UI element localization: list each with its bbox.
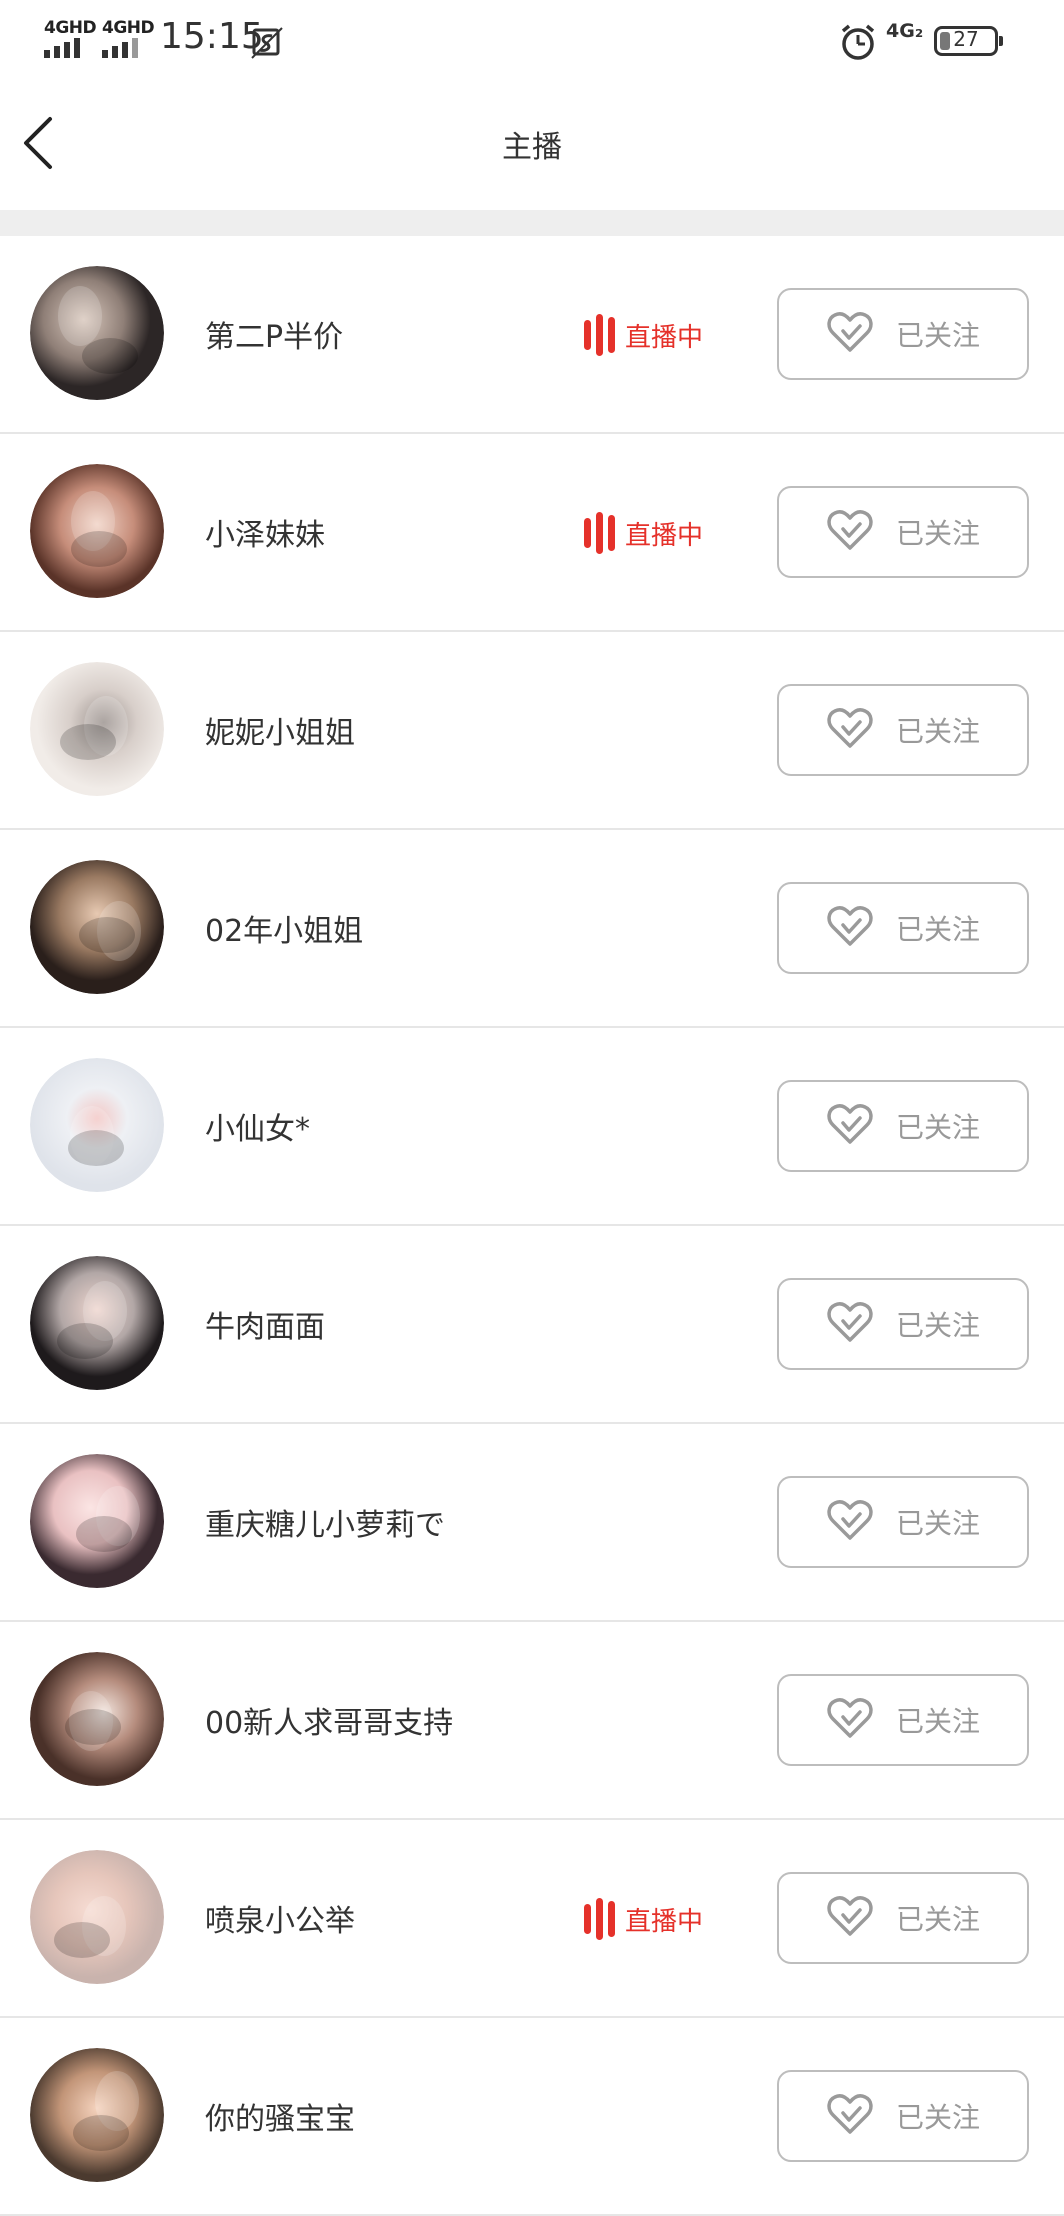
live-badge: 直播中 [584,512,703,554]
live-label: 直播中 [625,322,704,353]
anchor-name: 02年小姐姐 [205,914,364,949]
list-item[interactable]: 牛肉面面 已关注 [0,1226,1064,1424]
list-item[interactable]: 妮妮小姐姐 已关注 [0,632,1064,830]
heart-check-icon [826,706,874,754]
live-label: 直播中 [625,1906,704,1937]
followed-button[interactable]: 已关注 [777,1278,1029,1370]
list-item[interactable]: 喷泉小公举 直播中 已关注 [0,1820,1064,2018]
followed-label: 已关注 [895,1507,980,1540]
list-item[interactable]: 00新人求哥哥支持 已关注 [0,1622,1064,1820]
avatar[interactable] [30,662,164,796]
alarm-icon [838,22,878,66]
avatar[interactable] [30,860,164,994]
anchor-name: 第二P半价 [205,320,344,355]
anchor-name: 你的骚宝宝 [205,2102,355,2137]
anchor-name: 小泽妹妹 [205,518,325,553]
followed-label: 已关注 [895,1705,980,1738]
network-label: 4G₂ [886,20,924,42]
followed-label: 已关注 [895,715,980,748]
avatar[interactable] [30,464,164,598]
avatar[interactable] [30,2048,164,2182]
live-badge: 直播中 [584,314,703,356]
signal-bars-icon [44,38,80,58]
live-label: 直播中 [625,520,704,551]
page-title: 主播 [502,130,562,165]
followed-button[interactable]: 已关注 [777,2070,1029,2162]
signal-1: 4GHD [44,18,97,60]
live-bars-icon [584,512,615,554]
list-item[interactable]: 重庆糖儿小萝莉で 已关注 [0,1424,1064,1622]
followed-button[interactable]: 已关注 [777,684,1029,776]
signal-2-label: 4GHD [102,18,155,38]
anchor-name: 小仙女* [205,1112,310,1147]
live-bars-icon [584,1898,615,1940]
followed-label: 已关注 [895,517,980,550]
followed-button[interactable]: 已关注 [777,1872,1029,1964]
avatar[interactable] [30,1850,164,1984]
anchor-name: 00新人求哥哥支持 [205,1706,454,1741]
followed-label: 已关注 [895,2101,980,2134]
heart-check-icon [826,310,874,358]
anchor-name: 牛肉面面 [205,1310,325,1345]
heart-check-icon [826,1102,874,1150]
status-time: 15:15 [160,16,264,57]
followed-label: 已关注 [895,1309,980,1342]
heart-check-icon [826,1300,874,1348]
followed-button[interactable]: 已关注 [777,1476,1029,1568]
list-item[interactable]: 你的骚宝宝 已关注 [0,2018,1064,2216]
list-item[interactable]: 小仙女* 已关注 [0,1028,1064,1226]
avatar[interactable] [30,1652,164,1786]
anchor-name: 妮妮小姐姐 [205,716,355,751]
list-item[interactable]: 小泽妹妹 直播中 已关注 [0,434,1064,632]
heart-check-icon [826,904,874,952]
status-bar: 4GHD 4GHD 15:15 4G₂ 27 [0,0,1064,80]
followed-label: 已关注 [895,1903,980,1936]
avatar[interactable] [30,1454,164,1588]
heart-check-icon [826,508,874,556]
anchor-list: 第二P半价 直播中 已关注 小泽妹妹 直播中 已关注 妮妮小姐姐 已关注 02年小姐姐 已关注 小仙… [0,236,1064,2216]
live-badge: 直播中 [584,1898,703,1940]
battery-icon: 27 [934,26,1003,56]
followed-button[interactable]: 已关注 [777,882,1029,974]
section-divider [0,210,1064,236]
anchor-name: 重庆糖儿小萝莉で [205,1508,445,1543]
followed-button[interactable]: 已关注 [777,486,1029,578]
live-bars-icon [584,314,615,356]
signal-2: 4GHD [102,18,155,60]
avatar[interactable] [30,266,164,400]
heart-check-icon [826,1696,874,1744]
screenshot-status-icon [250,26,284,64]
followed-button[interactable]: 已关注 [777,1080,1029,1172]
signal-bars-icon [102,38,138,58]
followed-button[interactable]: 已关注 [777,288,1029,380]
battery-level: 27 [953,27,979,51]
heart-check-icon [826,1498,874,1546]
heart-check-icon [826,1894,874,1942]
followed-button[interactable]: 已关注 [777,1674,1029,1766]
signal-1-label: 4GHD [44,18,97,38]
list-item[interactable]: 02年小姐姐 已关注 [0,830,1064,1028]
header: 主播 [0,80,1064,210]
heart-check-icon [826,2092,874,2140]
avatar[interactable] [30,1058,164,1192]
followed-label: 已关注 [895,913,980,946]
avatar[interactable] [30,1256,164,1390]
followed-label: 已关注 [895,1111,980,1144]
anchor-name: 喷泉小公举 [205,1904,355,1939]
list-item[interactable]: 第二P半价 直播中 已关注 [0,236,1064,434]
followed-label: 已关注 [895,319,980,352]
